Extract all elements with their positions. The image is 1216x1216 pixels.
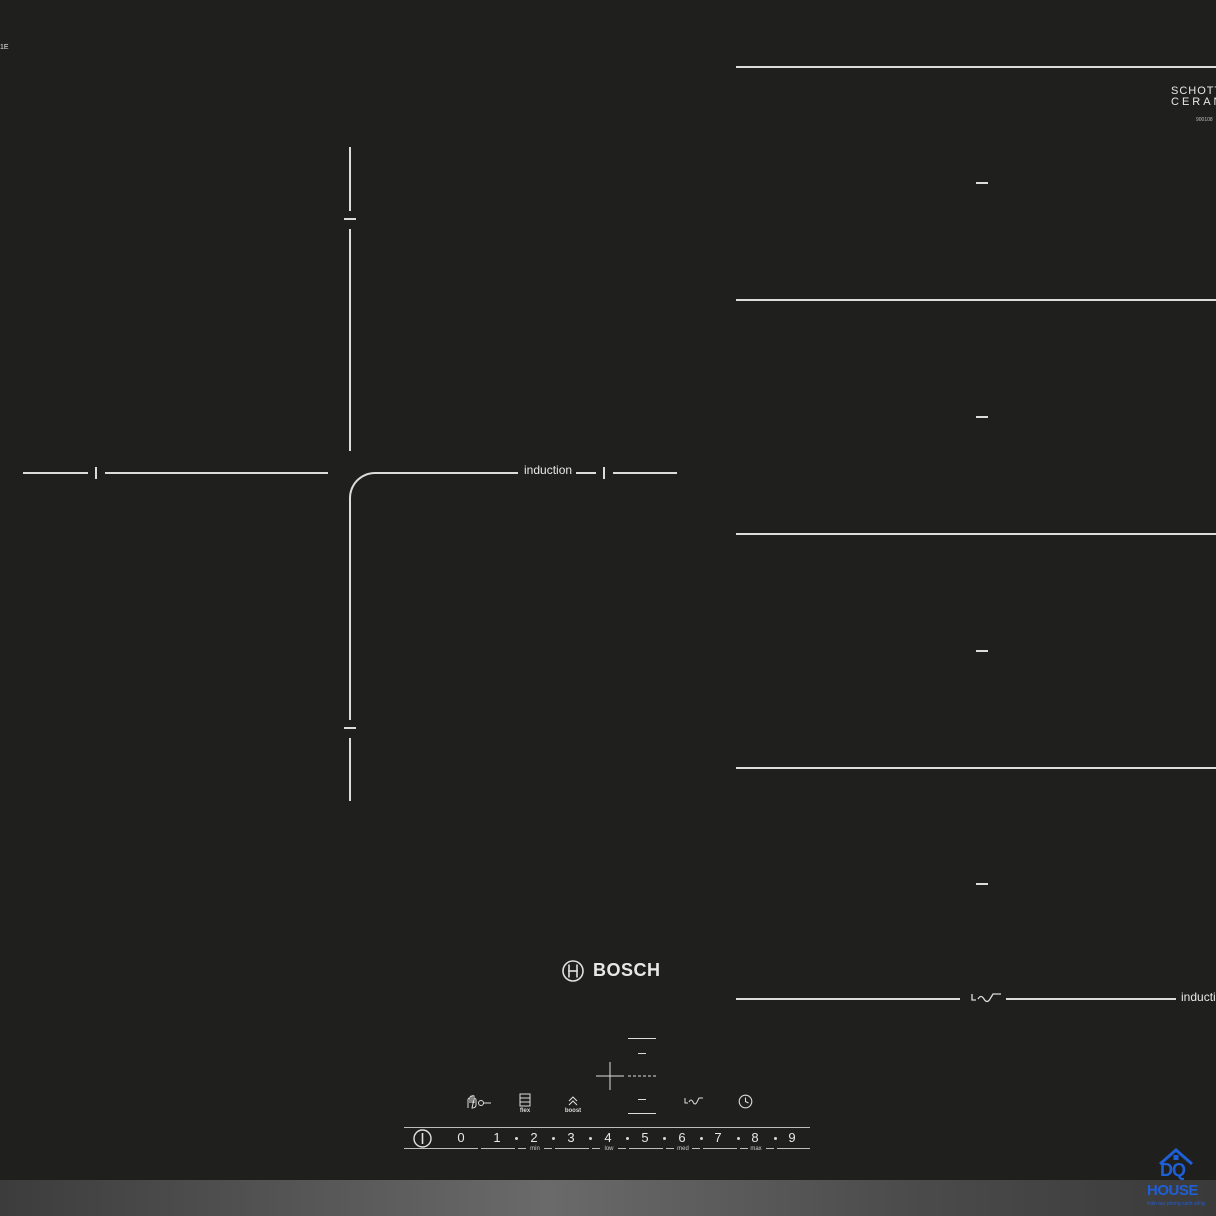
slider-dot: [737, 1137, 740, 1140]
slider-dot: [515, 1137, 518, 1140]
zone-marker-bottom: [344, 727, 356, 729]
slider-level-1[interactable]: 1: [489, 1130, 505, 1145]
zone-divider-vertical-top: [349, 147, 351, 211]
ceran-logo-line2: CERAN: [1171, 96, 1216, 108]
slider-level-6[interactable]: 6: [674, 1130, 690, 1145]
slider-label-med: med: [677, 1146, 689, 1152]
timer-clock-icon[interactable]: [738, 1094, 753, 1109]
pan-sensor-icon: [971, 993, 1001, 1003]
right-zone-line-3: [736, 533, 1216, 535]
slider-track-b3: [555, 1148, 589, 1149]
zone-divider-horizontal-short: [576, 472, 596, 474]
slider-level-3[interactable]: 3: [563, 1130, 579, 1145]
right-zone-line-1: [736, 66, 1216, 68]
slider-track-b0: [444, 1148, 478, 1149]
slider-level-0[interactable]: 0: [453, 1130, 469, 1145]
power-icon[interactable]: [412, 1128, 433, 1149]
left-zone-induction-label: induction: [524, 463, 573, 477]
slider-label-max: max: [750, 1146, 762, 1152]
zone-select-top[interactable]: [628, 1038, 656, 1039]
flex-zone-selector-icon[interactable]: [594, 1062, 658, 1092]
zone-marker-top: [344, 218, 356, 220]
dq-logo-text: DQ: [1160, 1160, 1186, 1180]
right-zone-marker-3: [976, 650, 988, 652]
slider-level-8[interactable]: 8: [747, 1130, 763, 1145]
slider-level-9[interactable]: 9: [784, 1130, 800, 1145]
right-zone-marker-1: [976, 182, 988, 184]
right-zone-line-2: [736, 299, 1216, 301]
watermark-tagline: Kiến tạo phong cách sống: [1147, 1201, 1205, 1207]
slider-track-b8b: [766, 1148, 774, 1149]
zone-marker-left: [95, 467, 97, 479]
watermark-name: HOUSE: [1147, 1182, 1198, 1199]
zone-divider-horizontal-end: [613, 472, 677, 474]
bosch-armature-icon: [562, 960, 584, 982]
pan-sensor-control-icon[interactable]: [684, 1096, 704, 1106]
zone-divider-vertical-lower: [349, 498, 351, 720]
slider-level-2[interactable]: 2: [526, 1130, 542, 1145]
slider-dot: [589, 1137, 592, 1140]
right-zone-line-4: [736, 767, 1216, 769]
slider-track-b4b: [618, 1148, 626, 1149]
hob-frame-edge: [0, 1180, 1216, 1216]
right-zone-marker-4: [976, 883, 988, 885]
zone-divider-horizontal-right: [376, 472, 518, 474]
slider-track-b5: [629, 1148, 663, 1149]
slider-track-top: [444, 1127, 810, 1128]
flex-label: flex: [519, 1108, 531, 1114]
slider-track-b6b: [692, 1148, 700, 1149]
right-zone-induction-label: inductio: [1181, 990, 1216, 1004]
right-zone-marker-2: [976, 416, 988, 418]
slider-level-4[interactable]: 4: [600, 1130, 616, 1145]
zone-select-dash-2: [638, 1099, 646, 1100]
brand-name: BOSCH: [593, 960, 661, 980]
slider-dot: [552, 1137, 555, 1140]
slider-dot: [774, 1137, 777, 1140]
slider-track-b2b: [544, 1148, 552, 1149]
slider-dot: [626, 1137, 629, 1140]
slider-track-b1: [481, 1148, 515, 1149]
glass-code: 900108: [1196, 117, 1213, 123]
zone-select-bottom[interactable]: [628, 1113, 656, 1114]
zone-divider-vertical-bottom: [349, 738, 351, 801]
slider-dot: [663, 1137, 666, 1140]
zone-divider-vertical-upper: [349, 229, 351, 451]
slider-label-low: low: [604, 1146, 614, 1152]
boost-label: boost: [564, 1108, 582, 1114]
right-zone-bottom-line-left: [736, 998, 960, 1000]
slider-label-min: min: [530, 1146, 540, 1152]
zone-divider-horizontal-mid: [105, 472, 328, 474]
zone-select-dash: [638, 1053, 646, 1054]
slider-dot: [700, 1137, 703, 1140]
slider-track-b9: [777, 1148, 810, 1149]
corner-code: 1E: [0, 44, 9, 51]
slider-track-b7: [703, 1148, 737, 1149]
boost-icon[interactable]: [567, 1095, 579, 1107]
right-zone-bottom-line-right: [1006, 998, 1176, 1000]
zone-marker-right: [603, 467, 605, 479]
slider-level-7[interactable]: 7: [710, 1130, 726, 1145]
flex-icon[interactable]: [519, 1093, 531, 1107]
child-lock-icon[interactable]: [464, 1094, 492, 1110]
zone-divider-horizontal-left: [23, 472, 88, 474]
zone-corner-curve: [349, 472, 377, 500]
slider-level-5[interactable]: 5: [637, 1130, 653, 1145]
